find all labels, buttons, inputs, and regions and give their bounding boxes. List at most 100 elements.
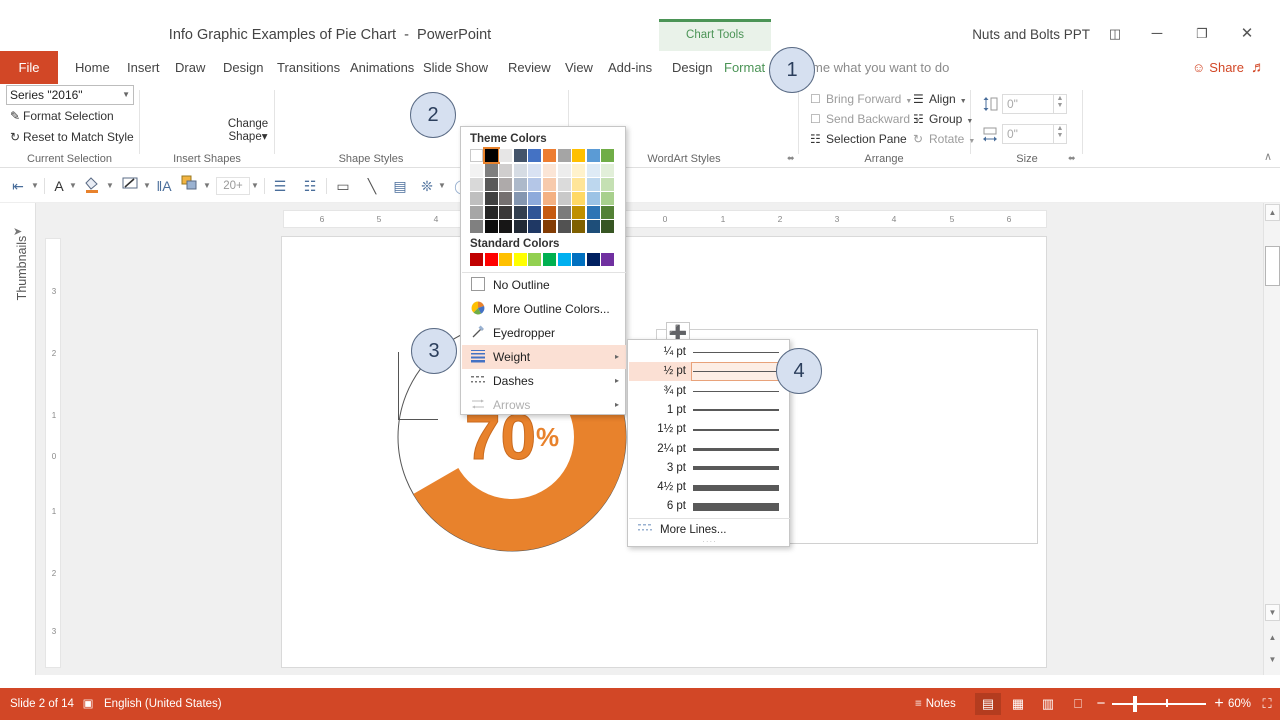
theme-color-swatch[interactable] [572,206,585,219]
menu-item-eyedropper[interactable]: Eyedropper [462,321,626,345]
notes-button[interactable]: ≡Notes [915,688,956,720]
theme-color-swatch[interactable] [485,206,498,219]
shape-height-input[interactable]: 0" [1002,94,1054,114]
theme-color-swatch[interactable] [485,220,498,233]
slide-sorter-icon[interactable]: ▦ [1005,693,1031,715]
theme-color-swatch[interactable] [470,192,483,205]
font-color-icon[interactable]: A [50,175,68,197]
standard-color-swatch[interactable] [572,253,585,266]
theme-color-swatch[interactable] [587,149,600,162]
zoom-slider-thumb[interactable] [1133,696,1137,712]
theme-color-swatch[interactable] [499,192,512,205]
theme-color-swatch[interactable] [543,164,556,177]
thumbnails-pane-collapsed[interactable]: ➤ Thumbnails [0,203,36,675]
theme-color-swatch[interactable] [572,220,585,233]
theme-color-swatch[interactable] [528,164,541,177]
chevron-down-icon[interactable]: ▼ [202,175,212,197]
zoom-out-button[interactable]: − [1092,688,1110,720]
normal-view-icon[interactable]: ▤ [975,693,1001,715]
scroll-down-button[interactable]: ▼ [1265,604,1280,621]
theme-color-swatch[interactable] [499,220,512,233]
standard-color-swatch[interactable] [543,253,556,266]
menu-item-more-outline-colors[interactable]: More Outline Colors... [462,297,626,321]
tab-review[interactable]: Review [499,51,560,84]
theme-color-swatch[interactable] [601,192,614,205]
tab-transitions[interactable]: Transitions [268,51,349,84]
tab-draw[interactable]: Draw [166,51,214,84]
theme-color-swatch[interactable] [601,206,614,219]
scrollbar-thumb[interactable] [1265,246,1280,286]
theme-color-swatch[interactable] [558,192,571,205]
wordart-dialog-launcher[interactable]: ⬌ [787,153,795,164]
theme-color-swatch[interactable] [485,178,498,191]
arrange-objects-icon[interactable] [180,175,200,197]
slideshow-icon[interactable]: ⎕ [1065,693,1091,715]
share-button[interactable]: ☺Share [1192,51,1244,84]
standard-color-swatch[interactable] [601,253,614,266]
standard-color-swatch[interactable] [485,253,498,266]
close-button[interactable]: ✕ [1232,22,1262,46]
fill-color-icon[interactable] [82,175,102,197]
menu-item-no-outline[interactable]: No Outline [462,273,626,297]
tab-animations[interactable]: Animations [341,51,423,84]
theme-color-swatch[interactable] [587,206,600,219]
tab-chart-design[interactable]: Design [663,51,721,84]
theme-color-swatch[interactable] [558,220,571,233]
theme-color-swatch[interactable] [572,178,585,191]
shape-width-input[interactable]: 0" [1002,124,1054,144]
format-selection-button[interactable]: ✎Format Selection [7,109,114,123]
weight-option[interactable]: ¼ pt [629,343,790,362]
zoom-in-button[interactable]: + [1210,688,1228,720]
weight-option[interactable]: ¾ pt [629,382,790,401]
weight-option[interactable]: 1½ pt [629,420,790,439]
accessibility-checker-icon[interactable]: ▣ [78,688,98,720]
theme-color-swatch[interactable] [558,206,571,219]
zoom-level-label[interactable]: 60% [1228,688,1251,720]
theme-color-swatch[interactable] [587,164,600,177]
chevron-down-icon[interactable]: ▼ [437,175,447,197]
tab-add-ins[interactable]: Add-ins [599,51,661,84]
previous-slide-button[interactable]: ▲ [1265,630,1280,647]
theme-color-swatch[interactable] [558,164,571,177]
bring-forward-button[interactable]: ☐Bring Forward▼ [810,90,912,111]
rectangle-shape-icon[interactable]: ▭ [333,175,353,197]
text-box-icon[interactable]: ▤ [390,175,410,197]
language-indicator[interactable]: English (United States) [104,688,222,720]
theme-color-swatch[interactable] [470,149,483,162]
ribbon-display-options-icon[interactable]: ◫ [1100,22,1130,46]
standard-color-swatch[interactable] [558,253,571,266]
shape-size-field[interactable]: 20+ [216,177,250,195]
weight-submenu[interactable]: ¼ pt½ pt¾ pt1 pt1½ pt2¼ pt3 pt4½ pt6 pt … [627,339,790,547]
theme-color-swatch[interactable] [572,164,585,177]
theme-color-swatch[interactable] [485,164,498,177]
weight-option[interactable]: 3 pt [629,459,790,478]
align-text-icon[interactable]: ☰ [270,175,290,197]
theme-color-swatch[interactable] [558,149,571,162]
standard-color-swatch[interactable] [528,253,541,266]
rotate-button[interactable]: ↻Rotate▼ [913,130,975,151]
theme-color-swatch[interactable] [543,192,556,205]
current-selection-dropdown[interactable]: Series "2016" ▼ [6,85,134,105]
theme-color-swatch[interactable] [470,164,483,177]
scroll-up-button[interactable]: ▲ [1265,204,1280,221]
collapse-ribbon-button[interactable]: ∧ [1264,150,1272,163]
tell-me-box[interactable]: me what you want to do [812,51,949,84]
chevron-down-icon[interactable]: ▼ [30,175,40,197]
theme-color-swatch[interactable] [601,220,614,233]
weight-option[interactable]: 2¼ pt [629,440,790,459]
shape-width-stepper[interactable]: ▲▼ [1054,124,1067,144]
theme-color-swatch[interactable] [528,206,541,219]
reading-view-icon[interactable]: ▥ [1035,693,1061,715]
line-shape-icon[interactable]: ╲ [362,175,382,197]
theme-color-swatch[interactable] [499,149,512,162]
slide-vertical-scrollbar[interactable]: ▲ ▼ ▲ ▼ [1263,203,1280,675]
submenu-grip[interactable]: ···· [629,537,790,544]
selection-pane-button[interactable]: ☷Selection Pane [810,130,907,149]
theme-color-swatch[interactable] [485,192,498,205]
theme-color-swatch[interactable] [499,178,512,191]
theme-color-swatch[interactable] [572,149,585,162]
weight-option[interactable]: 1 pt [629,401,790,420]
theme-color-swatch[interactable] [558,178,571,191]
shape-merge-icon[interactable]: ❊ [417,175,437,197]
theme-color-swatch[interactable] [514,149,527,162]
